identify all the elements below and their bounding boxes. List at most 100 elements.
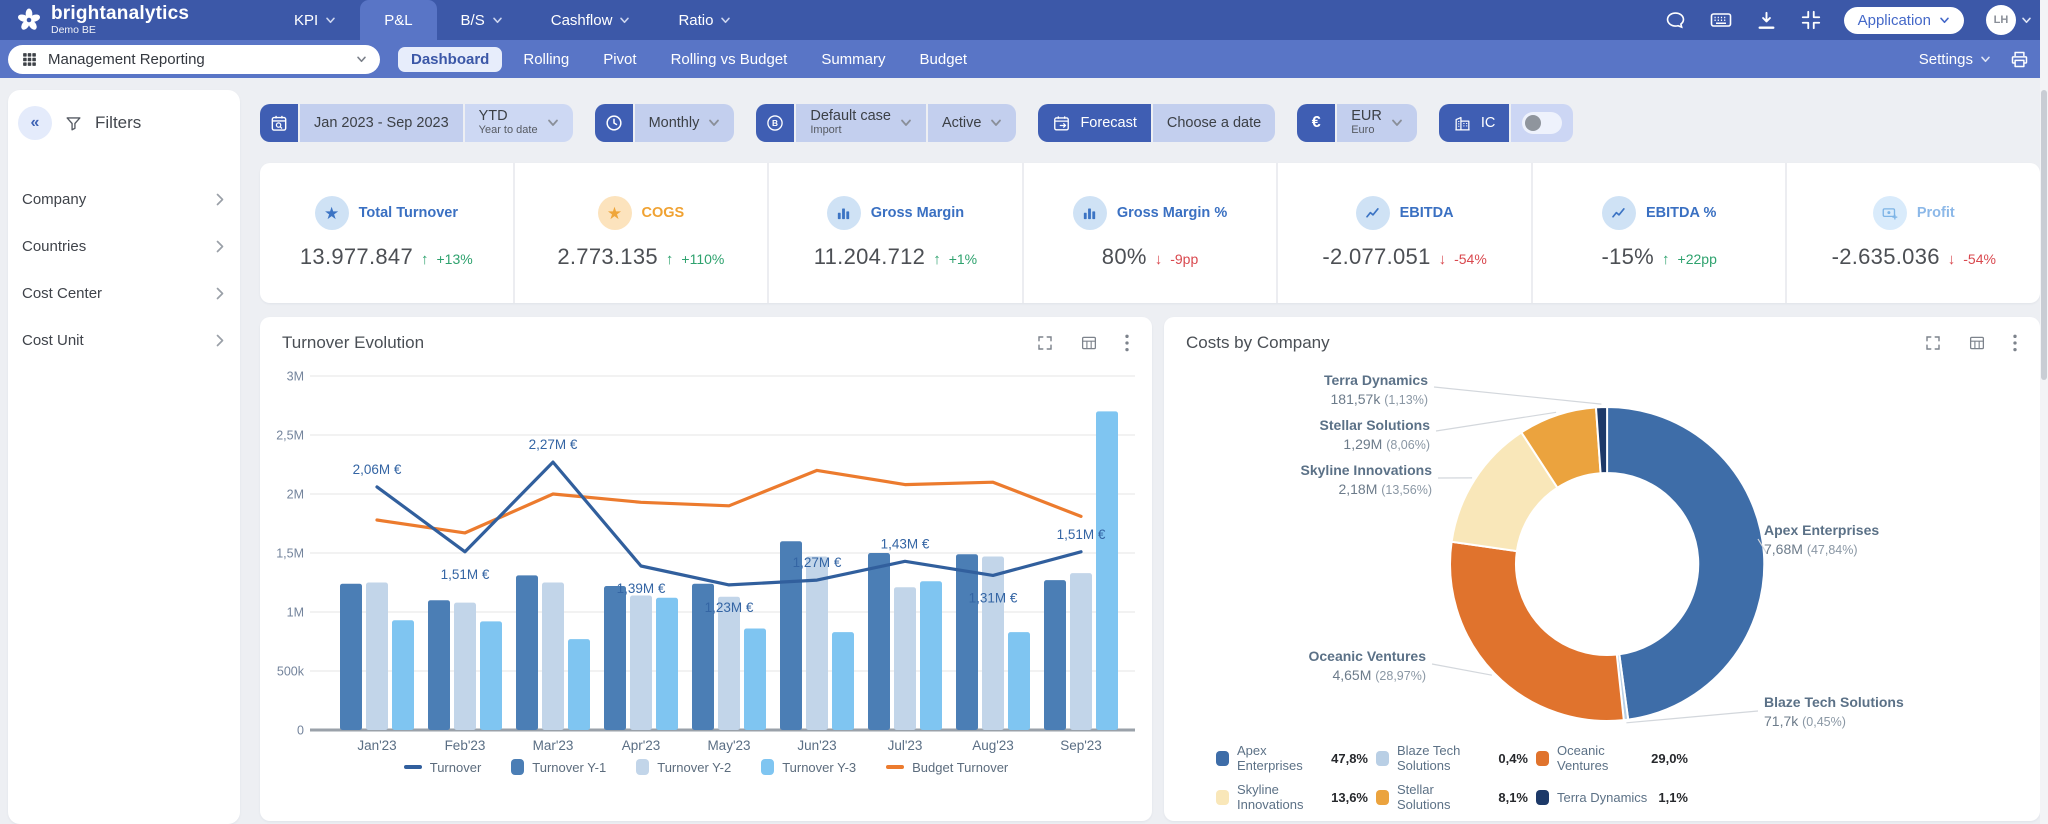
currency-chip[interactable]: EUR Euro [1337, 104, 1417, 142]
currency-name: Euro [1351, 124, 1375, 137]
bar-turnover-y-1-aug-23[interactable] [956, 554, 978, 730]
workspace-selector[interactable]: Management Reporting [8, 44, 380, 74]
donut-slice-apex-enterprises[interactable] [1606, 405, 1766, 721]
callout-value: 2,18M [1338, 480, 1378, 497]
intercompany-chip[interactable]: IC [1438, 104, 1510, 142]
bar-turnover-y-3-mar-23[interactable] [568, 639, 590, 730]
bar-turnover-y-1-sep-23[interactable] [1044, 580, 1066, 730]
table-view-icon[interactable] [1080, 334, 1098, 352]
legend-item-budget-turnover[interactable]: Budget Turnover [886, 759, 1008, 775]
bar-turnover-y-2-mar-23[interactable] [542, 582, 564, 731]
calendar-search-icon[interactable] [260, 104, 298, 142]
bar-turnover-y-2-aug-23[interactable] [982, 556, 1004, 731]
legend-item-skyline-innovations[interactable]: Skyline Innovations 13,6% [1216, 782, 1374, 812]
bar-turnover-y-1-jul-23[interactable] [868, 553, 890, 730]
topnav-item-b-s[interactable]: B/S [437, 0, 527, 40]
sidebar-item-cost-unit[interactable]: Cost Unit [8, 317, 240, 364]
bar-turnover-y-3-jan-23[interactable] [392, 620, 414, 730]
kpi-value-row: -2.635.036 ↓ -54% [1832, 244, 1996, 270]
tab-pivot[interactable]: Pivot [590, 47, 649, 72]
euro-icon[interactable]: € [1297, 104, 1336, 142]
ytd-chip[interactable]: YTD Year to date [464, 104, 573, 142]
download-icon[interactable] [1755, 9, 1778, 32]
kpi-card-ebitda[interactable]: EBITDA % -15% ↑ +22pp [1530, 163, 1786, 303]
bar-turnover-y-2-may-23[interactable] [718, 596, 740, 730]
legend-item-oceanic-ventures[interactable]: Oceanic Ventures 29,0% [1536, 743, 1694, 773]
kpi-card-ebitda[interactable]: EBITDA -2.077.051 ↓ -54% [1276, 163, 1531, 303]
bar-turnover-y-3-aug-23[interactable] [1008, 632, 1030, 730]
line-budget-turnover[interactable] [375, 468, 1083, 535]
bar-turnover-y-3-feb-23[interactable] [480, 621, 502, 730]
application-button[interactable]: Application [1843, 6, 1964, 34]
legend-item-turnover-y-1[interactable]: Turnover Y-1 [511, 759, 606, 775]
scrollbar[interactable] [2040, 0, 2048, 824]
tab-dashboard[interactable]: Dashboard [398, 46, 503, 72]
kpi-card-gross-margin[interactable]: Gross Margin % 80% ↓ -9pp [1021, 163, 1277, 303]
bar-turnover-y-2-feb-23[interactable] [454, 602, 476, 730]
tab-budget[interactable]: Budget [907, 47, 981, 72]
sidebar-item-company[interactable]: Company [8, 176, 240, 223]
print-icon[interactable] [2009, 49, 2030, 70]
kpi-card-total-turnover[interactable]: ★ Total Turnover 13.977.847 ↑ +13% [260, 163, 513, 303]
case-chip[interactable]: Default case Import [796, 104, 926, 142]
ic-toggle[interactable] [1511, 104, 1574, 142]
keyboard-icon[interactable] [1709, 8, 1733, 32]
donut-slice-oceanic-ventures[interactable] [1449, 540, 1625, 722]
kpi-card-gross-margin[interactable]: Gross Margin 11.204.712 ↑ +1% [767, 163, 1022, 303]
topnav-item-ratio[interactable]: Ratio [654, 0, 755, 40]
bar-turnover-y-2-jun-23[interactable] [806, 556, 828, 731]
topnav-item-p-l[interactable]: P&L [360, 0, 437, 40]
forecast-button[interactable]: Forecast [1038, 104, 1151, 142]
bar-turnover-y-1-jan-23[interactable] [340, 583, 362, 730]
budget-case-icon[interactable]: B [756, 104, 795, 142]
bar-turnover-y-3-apr-23[interactable] [656, 597, 678, 730]
legend-item-stellar-solutions[interactable]: Stellar Solutions 8,1% [1376, 782, 1534, 812]
kpi-card-profit[interactable]: Profit -2.635.036 ↓ -54% [1785, 163, 2040, 303]
fullscreen-icon[interactable] [1924, 334, 1942, 352]
bar-turnover-y-1-apr-23[interactable] [604, 586, 626, 730]
choose-date-button[interactable]: Choose a date [1152, 104, 1276, 142]
compress-icon[interactable] [1800, 9, 1822, 31]
tab-summary[interactable]: Summary [808, 47, 898, 72]
scrollbar-thumb[interactable] [2041, 90, 2047, 380]
kebab-menu-icon[interactable] [2012, 333, 2018, 353]
bar-turnover-y-2-jul-23[interactable] [894, 587, 916, 730]
chevron-down-icon [1391, 119, 1402, 126]
bar-turnover-y-2-sep-23[interactable] [1070, 573, 1092, 730]
kpi-card-cogs[interactable]: ★ COGS 2.773.135 ↑ +110% [512, 163, 768, 303]
date-range-chip[interactable]: Jan 2023 - Sep 2023 [300, 104, 463, 142]
granularity-chip[interactable]: Monthly [634, 104, 735, 142]
topnav-item-cashflow[interactable]: Cashflow [527, 0, 655, 40]
bar-turnover-y-1-mar-23[interactable] [516, 575, 538, 730]
settings-button[interactable]: Settings [1919, 51, 1991, 68]
chat-icon[interactable] [1664, 9, 1687, 32]
legend-item-turnover-y-2[interactable]: Turnover Y-2 [636, 759, 731, 775]
legend-item-apex-enterprises[interactable]: Apex Enterprises 47,8% [1216, 743, 1374, 773]
clock-icon[interactable] [594, 104, 633, 142]
tab-rolling[interactable]: Rolling [510, 47, 582, 72]
legend-item-turnover-y-3[interactable]: Turnover Y-3 [761, 759, 856, 775]
bar-turnover-y-3-may-23[interactable] [744, 628, 766, 731]
legend-item-blaze-tech-solutions[interactable]: Blaze Tech Solutions 0,4% [1376, 743, 1534, 773]
collapse-sidebar-button[interactable]: « [18, 106, 52, 140]
topnav-item-kpi[interactable]: KPI [270, 0, 360, 40]
sidebar-item-countries[interactable]: Countries [8, 223, 240, 270]
bar-turnover-y-2-apr-23[interactable] [630, 595, 652, 731]
status-chip[interactable]: Active [927, 104, 1017, 142]
kebab-menu-icon[interactable] [1124, 333, 1130, 353]
fullscreen-icon[interactable] [1036, 334, 1054, 352]
tab-rolling-vs-budget[interactable]: Rolling vs Budget [658, 47, 801, 72]
bar-turnover-y-3-sep-23[interactable] [1096, 411, 1118, 730]
user-menu[interactable]: LH [1986, 5, 2032, 35]
brand[interactable]: brightanalytics Demo BE [0, 4, 230, 36]
bar-turnover-y-2-jan-23[interactable] [366, 582, 388, 731]
legend-label: Oceanic Ventures [1557, 743, 1609, 773]
bar-turnover-y-3-jul-23[interactable] [920, 581, 942, 730]
settings-label: Settings [1918, 50, 1973, 68]
legend-item-turnover[interactable]: Turnover [403, 759, 481, 775]
sidebar-item-cost-center[interactable]: Cost Center [8, 270, 240, 317]
legend-item-terra-dynamics[interactable]: Terra Dynamics 1,1% [1536, 782, 1694, 812]
bar-turnover-y-1-feb-23[interactable] [428, 600, 450, 730]
bar-turnover-y-3-jun-23[interactable] [832, 632, 854, 730]
table-view-icon[interactable] [1968, 334, 1986, 352]
